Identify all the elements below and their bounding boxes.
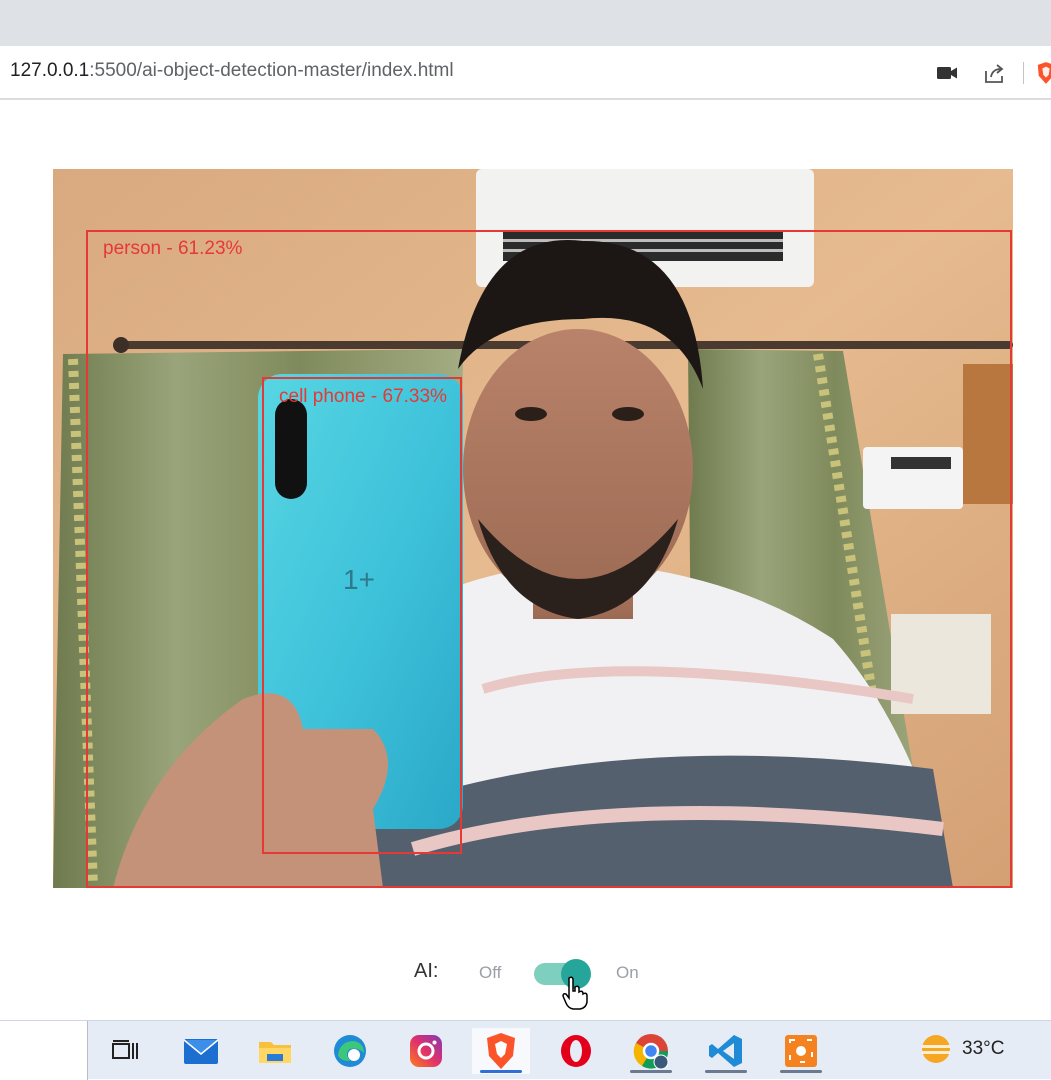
address-bar[interactable]: 127.0.0.1:5500/ai-object-detection-maste…	[0, 46, 1051, 100]
video-frame: 1+ person - 61.23% cell phone - 67.33%	[53, 169, 1013, 888]
opera-icon[interactable]	[547, 1028, 605, 1074]
phone-brand-mark: 1+	[343, 564, 375, 595]
toolbar-separator	[1023, 62, 1024, 84]
brave-icon[interactable]	[472, 1028, 530, 1074]
running-app-indicator	[630, 1070, 672, 1073]
webcam-video: 1+ person - 61.23% cell phone - 67.33%	[53, 169, 1013, 888]
screen-recorder-icon[interactable]	[772, 1028, 830, 1074]
ai-toggle-row: AI: Off On	[0, 955, 1051, 1010]
running-app-indicator	[780, 1070, 822, 1073]
weather-widget[interactable]: 33°C	[918, 1033, 1004, 1065]
browser-tab-strip	[0, 0, 1051, 46]
ai-off-label[interactable]: Off	[479, 963, 501, 983]
url-path: :5500/ai-object-detection-master/index.h…	[89, 60, 454, 81]
wall-switchboard	[863, 447, 963, 509]
detection-label-cell-phone: cell phone - 67.33%	[279, 386, 447, 407]
detection-label-person: person - 61.23%	[103, 238, 243, 259]
camera-icon[interactable]	[934, 60, 960, 86]
taskbar-search-box[interactable]	[0, 1021, 88, 1080]
url-host: 127.0.0.1	[10, 60, 90, 81]
windows-taskbar: 33°C	[0, 1020, 1051, 1080]
instagram-icon[interactable]	[397, 1028, 455, 1074]
person-face	[463, 329, 693, 609]
running-app-indicator	[705, 1070, 747, 1073]
mail-icon[interactable]	[172, 1028, 230, 1074]
edge-icon[interactable]	[321, 1028, 379, 1074]
brave-shield-icon[interactable]	[1036, 60, 1051, 86]
active-app-indicator	[480, 1070, 522, 1073]
vscode-icon[interactable]	[697, 1028, 755, 1074]
weather-temperature: 33°C	[962, 1038, 1005, 1059]
chrome-icon[interactable]	[622, 1028, 680, 1074]
weather-sun-icon	[922, 1035, 950, 1063]
task-view-icon[interactable]	[96, 1028, 154, 1074]
ai-on-label[interactable]: On	[616, 963, 639, 983]
hand-cursor-icon	[562, 976, 588, 1010]
ai-label: AI:	[414, 960, 439, 982]
share-icon[interactable]	[982, 60, 1008, 86]
url-text[interactable]: 127.0.0.1:5500/ai-object-detection-maste…	[10, 60, 454, 82]
file-explorer-icon[interactable]	[246, 1028, 304, 1074]
